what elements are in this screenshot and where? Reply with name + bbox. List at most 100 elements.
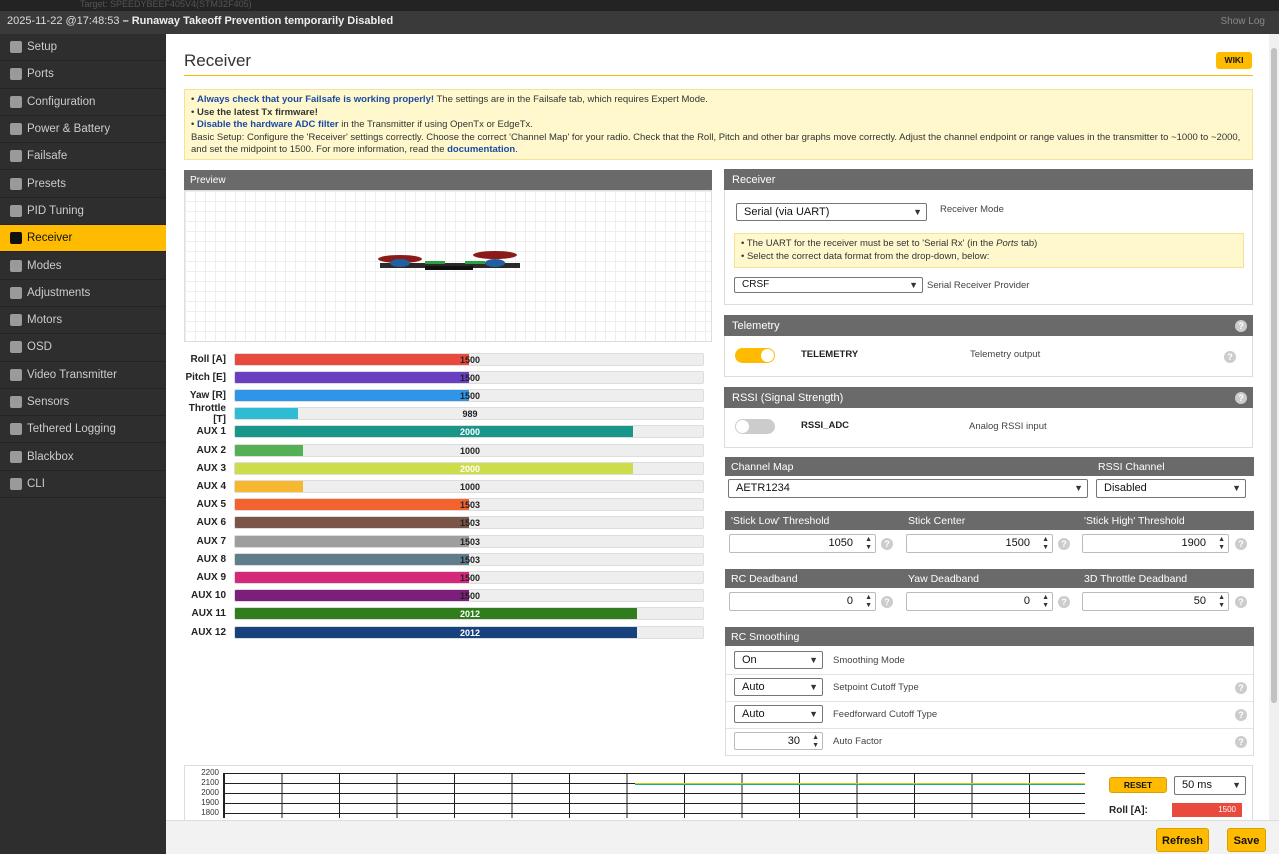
help-icon[interactable]: ?: [1058, 596, 1070, 608]
channel-value: 2000: [459, 463, 481, 474]
broadcast-icon: [10, 368, 22, 381]
sidebar-item-ports[interactable]: Ports: [0, 61, 166, 89]
channel-bar: 1500: [234, 352, 704, 366]
throttle-deadband-input[interactable]: 50 ▲ ▼: [1082, 592, 1229, 611]
rssi-adc-toggle[interactable]: [735, 419, 775, 434]
sidebar-item-adjustments[interactable]: Adjustments: [0, 280, 166, 307]
channel-label: AUX 2: [196, 444, 226, 456]
graph-interval-select[interactable]: 50 ms ▼: [1174, 776, 1246, 795]
help-icon[interactable]: ?: [1235, 320, 1247, 332]
sidebar-item-receiver[interactable]: Receiver: [0, 225, 166, 253]
spinner-icon[interactable]: ▲ ▼: [1042, 536, 1049, 552]
graph-reset-button[interactable]: RESET: [1109, 777, 1167, 793]
help-icon[interactable]: ?: [1235, 709, 1247, 721]
serial-provider-select[interactable]: CRSF ▼: [734, 277, 923, 293]
title-divider: [184, 75, 1253, 76]
osd-icon: [10, 341, 22, 354]
sidebar-item-cli[interactable]: CLI: [0, 471, 166, 499]
channel-bar: 1503: [234, 552, 704, 566]
telemetry-toggle[interactable]: [735, 348, 775, 363]
channel-bar: 989: [234, 407, 704, 421]
note-failsafe-bold: Always check that your Failsafe is worki…: [196, 94, 435, 105]
documentation-link[interactable]: documentation: [447, 144, 515, 155]
sidebar-item-blackbox[interactable]: Blackbox: [0, 443, 166, 471]
receiver-mode-select[interactable]: Serial (via UART) ▼: [736, 203, 927, 221]
save-button[interactable]: Save: [1227, 828, 1266, 852]
sidebar-item-label: Blackbox: [27, 450, 74, 463]
help-icon[interactable]: ?: [1058, 538, 1070, 550]
feedforward-cutoff-select[interactable]: Auto ▼: [734, 705, 823, 723]
telemetry-panel-title: Telemetry: [724, 315, 1253, 336]
yaw-deadband-input[interactable]: 0 ▲ ▼: [906, 592, 1053, 611]
help-icon[interactable]: ?: [1235, 682, 1247, 694]
spinner-icon[interactable]: ▲ ▼: [865, 594, 872, 610]
channel-map-value: AETR1234: [736, 482, 790, 494]
help-icon[interactable]: ?: [1235, 596, 1247, 608]
spinner-icon[interactable]: ▲ ▼: [1218, 594, 1225, 610]
sidebar-item-video-transmitter[interactable]: Video Transmitter: [0, 362, 166, 389]
sidebar-item-pid-tuning[interactable]: PID Tuning: [0, 198, 166, 226]
motor-icon: [10, 314, 22, 327]
rssi-channel-value: Disabled: [1104, 482, 1147, 494]
rssi-channel-select[interactable]: Disabled ▼: [1096, 479, 1246, 498]
wiki-button[interactable]: WIKI: [1216, 52, 1252, 69]
serial-provider-label: Serial Receiver Provider: [927, 280, 1030, 291]
help-icon[interactable]: ?: [1224, 351, 1236, 363]
sidebar-item-setup[interactable]: Setup: [0, 34, 166, 62]
stick-low-input[interactable]: 1050 ▲ ▼: [729, 534, 876, 553]
sidebar-item-osd[interactable]: OSD: [0, 334, 166, 362]
spinner-icon[interactable]: ▲ ▼: [1218, 536, 1225, 552]
hint-tab-text: tab): [1018, 238, 1038, 249]
rc-deadband-title: RC Deadband: [725, 569, 902, 588]
sidebar-item-motors[interactable]: Motors: [0, 307, 166, 335]
yaw-deadband-title: Yaw Deadband: [902, 569, 1078, 588]
channel-bar-row: Throttle [T] 989: [184, 403, 704, 425]
help-icon[interactable]: ?: [881, 596, 893, 608]
channel-bar-row: Yaw [R] 1500: [184, 388, 704, 402]
auto-factor-input[interactable]: 30 ▲ ▼: [734, 732, 823, 750]
channel-bar-row: AUX 9 1500: [184, 570, 704, 584]
scrollbar[interactable]: [1269, 34, 1279, 820]
sidebar-item-presets[interactable]: Presets: [0, 170, 166, 198]
refresh-button[interactable]: Refresh: [1156, 828, 1209, 852]
stick-high-input[interactable]: 1900 ▲ ▼: [1082, 534, 1229, 553]
sidebar-item-power-battery[interactable]: Power & Battery: [0, 116, 166, 144]
y-tick: 2200: [201, 768, 219, 777]
channel-bar: 2012: [234, 607, 704, 621]
rc-deadband-input[interactable]: 0 ▲ ▼: [729, 592, 876, 611]
note-adc-link[interactable]: Disable the hardware ADC filter: [197, 119, 339, 130]
channel-map-input[interactable]: AETR1234 ▼: [728, 479, 1088, 498]
sidebar-item-sensors[interactable]: Sensors: [0, 389, 166, 417]
magic-icon: [10, 177, 22, 190]
throttle-deadband-title: 3D Throttle Deadband: [1078, 569, 1254, 588]
show-log-link[interactable]: Show Log: [1221, 16, 1265, 27]
channel-bar: 2000: [234, 425, 704, 439]
channel-bar-row: Pitch [E] 1500: [184, 370, 704, 384]
hint-format-text: • Select the correct data format from th…: [741, 250, 990, 262]
sidebar-item-modes[interactable]: Modes: [0, 252, 166, 280]
channel-label: Yaw [R]: [189, 389, 226, 401]
scrollbar-thumb[interactable]: [1271, 48, 1277, 703]
receiver-hint: • The UART for the receiver must be set …: [734, 233, 1244, 268]
help-icon[interactable]: ?: [1235, 392, 1247, 404]
stick-center-input[interactable]: 1500 ▲ ▼: [906, 534, 1053, 553]
help-icon[interactable]: ?: [881, 538, 893, 550]
channel-bar-row: AUX 6 1503: [184, 516, 704, 530]
sidebar-item-tethered-logging[interactable]: Tethered Logging: [0, 416, 166, 444]
smoothing-mode-select[interactable]: On ▼: [734, 651, 823, 669]
sidebar-item-configuration[interactable]: Configuration: [0, 89, 166, 116]
sidebar-item-failsafe[interactable]: Failsafe: [0, 143, 166, 171]
setpoint-cutoff-select[interactable]: Auto ▼: [734, 678, 823, 696]
receiver-panel-body: Serial (via UART) ▼ Receiver Mode • The U…: [724, 190, 1253, 305]
sidebar: Setup Ports Configuration Power & Battery Fa…: [0, 34, 166, 854]
help-icon[interactable]: ?: [1235, 538, 1247, 550]
row-divider: [726, 728, 1253, 729]
spinner-icon[interactable]: ▲ ▼: [865, 536, 872, 552]
spinner-icon[interactable]: ▲ ▼: [812, 734, 819, 750]
channel-bar: 1500: [234, 570, 704, 584]
help-icon[interactable]: ?: [1235, 736, 1247, 748]
channel-bar: 1000: [234, 479, 704, 493]
page-title: Receiver: [184, 51, 252, 70]
spinner-icon[interactable]: ▲ ▼: [1042, 594, 1049, 610]
channel-label: AUX 4: [196, 480, 226, 492]
